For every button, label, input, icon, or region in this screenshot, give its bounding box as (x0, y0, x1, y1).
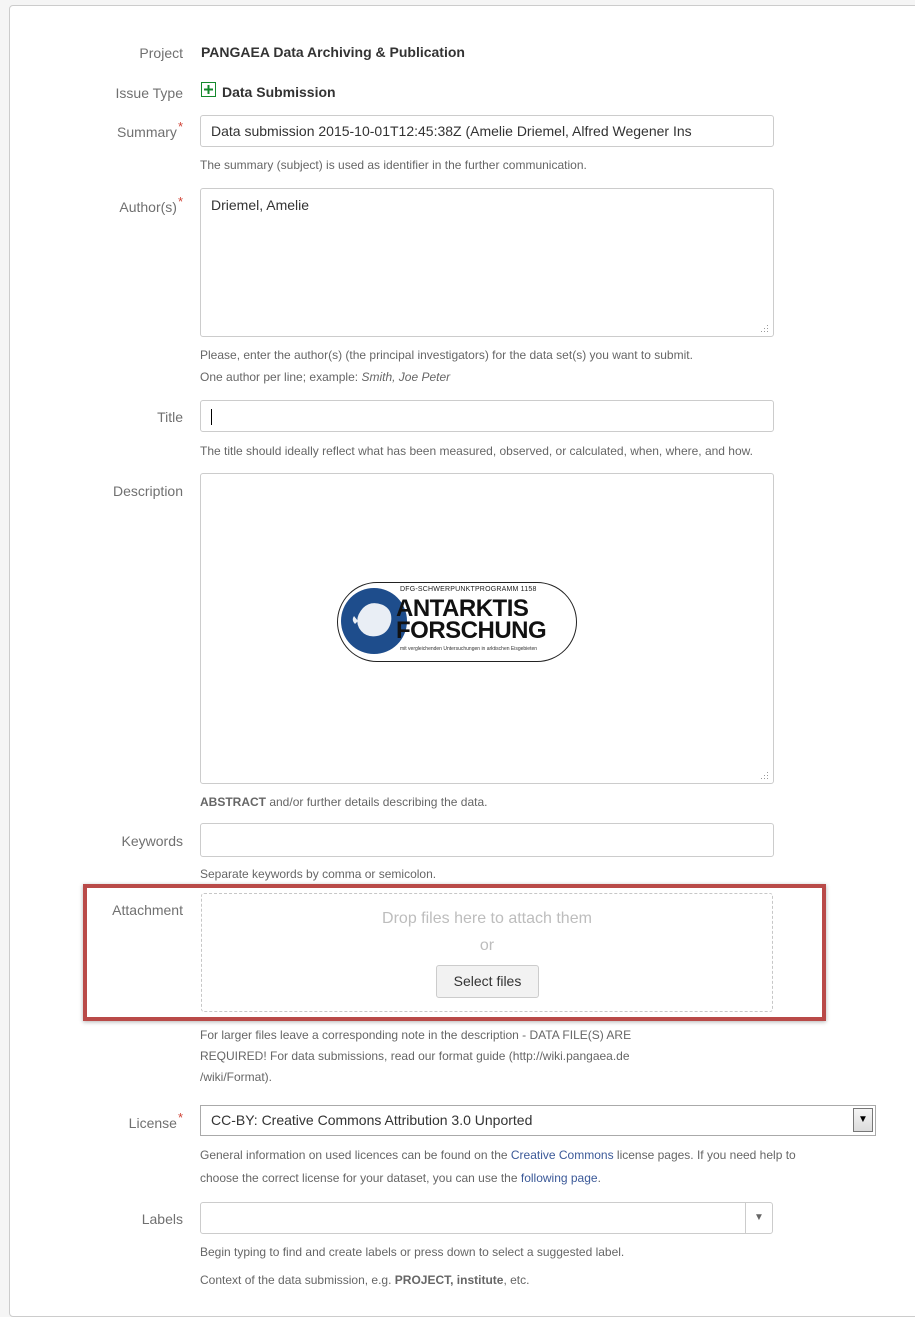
keywords-label: Keywords (121, 833, 183, 849)
license-select[interactable]: CC-BY: Creative Commons Attribution 3.0 … (200, 1105, 876, 1136)
required-mark: * (177, 194, 183, 209)
logo-line2: FORSCHUNG (396, 617, 547, 644)
labels-label: Labels (141, 1211, 183, 1227)
title-label: Title (157, 409, 183, 425)
issue-type-text: Data Submission (222, 84, 336, 100)
authors-textarea[interactable]: Driemel, Amelie (200, 188, 774, 337)
required-mark: * (177, 1110, 183, 1125)
license-help-line1: General information on used licences can… (200, 1145, 796, 1165)
description-help: ABSTRACT and/or further details describi… (200, 792, 487, 812)
labels-help-line2: Context of the data submission, e.g. PRO… (200, 1270, 529, 1290)
chevron-down-icon[interactable]: ▼ (853, 1108, 873, 1132)
creative-commons-link[interactable]: Creative Commons (511, 1148, 614, 1162)
following-page-link[interactable]: following page (521, 1171, 598, 1185)
description-help-rest: and/or further details describing the da… (266, 795, 488, 809)
chevron-down-icon[interactable]: ▼ (745, 1203, 772, 1233)
license-help-part3: choose the correct license for your data… (200, 1171, 521, 1185)
authors-help-line2: One author per line; example: Smith, Joe… (200, 367, 450, 387)
antarktis-forschung-logo: DFG-SCHWERPUNKTPROGRAMM 1158 ANTARKTIS F… (337, 582, 577, 662)
description-textarea[interactable]: DFG-SCHWERPUNKTPROGRAMM 1158 ANTARKTIS F… (200, 473, 774, 784)
authors-text: Driemel, Amelie (211, 197, 310, 213)
labels-help-line1: Begin typing to find and create labels o… (200, 1245, 625, 1259)
description-label: Description (112, 483, 183, 499)
attachment-help-line1: For larger files leave a corresponding n… (200, 1028, 632, 1042)
title-help: The title should ideally reflect what ha… (200, 444, 753, 458)
required-mark: * (177, 119, 183, 134)
license-help-part1: General information on used licences can… (200, 1148, 511, 1162)
license-selected-value: CC-BY: Creative Commons Attribution 3.0 … (211, 1112, 533, 1128)
resize-grip-icon[interactable] (760, 324, 769, 333)
authors-label: Author(s)* (0, 194, 183, 217)
license-label: License* (0, 1110, 183, 1133)
labels-help-bold: PROJECT, institute (394, 1273, 504, 1287)
attachment-help-line3: /wiki/Format). (200, 1070, 272, 1084)
title-input[interactable] (200, 400, 774, 432)
labels-input[interactable]: ▼ (200, 1202, 773, 1234)
authors-label-text: Author(s) (119, 199, 177, 215)
project-label: Project (139, 45, 183, 61)
authors-help-example: Smith, Joe Peter (361, 370, 451, 384)
summary-label: Summary* (0, 119, 183, 142)
logo-top-text: DFG-SCHWERPUNKTPROGRAMM 1158 (400, 586, 537, 593)
license-help-line2: choose the correct license for your data… (200, 1168, 601, 1188)
license-help-part4: . (597, 1171, 601, 1185)
attachment-highlight (83, 884, 826, 1021)
license-label-text: License (128, 1115, 177, 1131)
issue-type-label: Issue Type (115, 85, 183, 101)
plus-square-icon (201, 82, 216, 97)
license-help-part2: license pages. If you need help to (613, 1148, 796, 1162)
resize-grip-icon[interactable] (760, 771, 769, 780)
logo-bottom-text: mit vergleichenden Untersuchungen in ark… (400, 646, 538, 652)
summary-input[interactable]: Data submission 2015-10-01T12:45:38Z (Am… (200, 115, 774, 147)
keywords-help: Separate keywords by comma or semicolon. (200, 867, 437, 881)
summary-label-text: Summary (117, 124, 177, 140)
authors-help-prefix: One author per line; example: (200, 370, 362, 384)
keywords-input[interactable] (200, 823, 774, 857)
text-caret (211, 409, 212, 426)
summary-help: The summary (subject) is used as identif… (200, 158, 587, 172)
labels-help-prefix: Context of the data submission, e.g. (200, 1273, 395, 1287)
description-help-bold: ABSTRACT (200, 795, 266, 809)
project-value: PANGAEA Data Archiving & Publication (201, 44, 465, 60)
authors-help-line1: Please, enter the author(s) (the princip… (200, 348, 693, 362)
attachment-help-line2: REQUIRED! For data submissions, read our… (200, 1049, 630, 1063)
labels-help-suffix: , etc. (503, 1273, 530, 1287)
